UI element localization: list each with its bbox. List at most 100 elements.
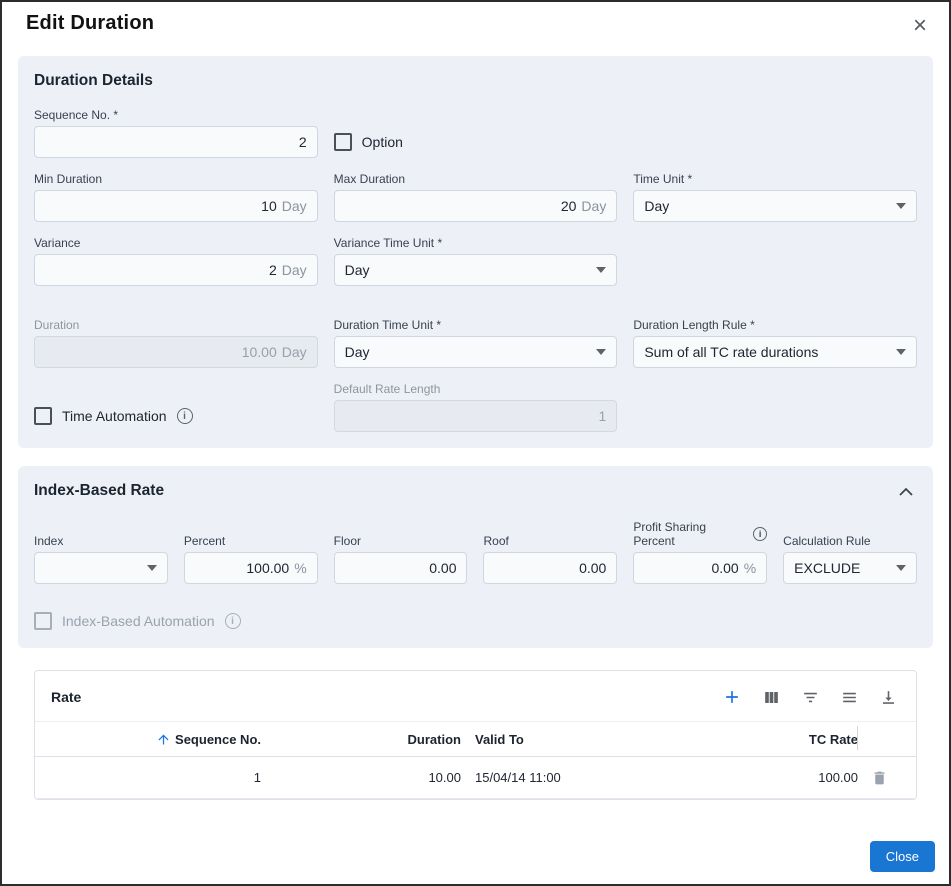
percent-unit: %	[294, 560, 306, 576]
option-checkbox[interactable]	[334, 133, 352, 151]
default-rate-length-label: Default Rate Length	[334, 382, 618, 396]
duration-details-row-3: Variance 2 Day Variance Time Unit * Day	[34, 236, 917, 286]
sequence-no-field: Sequence No. * 2	[34, 108, 318, 158]
duration-length-rule-select[interactable]: Sum of all TC rate durations	[633, 336, 917, 368]
close-button[interactable]: Close	[870, 841, 935, 872]
duration-time-unit-label: Duration Time Unit *	[334, 318, 618, 332]
column-header-valid-to[interactable]: Valid To	[461, 732, 781, 747]
column-header-sequence-no[interactable]: Sequence No.	[51, 732, 261, 747]
rate-section: Rate	[34, 670, 917, 800]
edit-duration-dialog: Edit Duration × Duration Details Sequenc…	[0, 0, 951, 886]
calculation-rule-label: Calculation Rule	[783, 534, 917, 548]
floor-label: Floor	[334, 534, 468, 548]
sequence-no-label: Sequence No. *	[34, 108, 318, 122]
max-duration-input[interactable]: 20 Day	[334, 190, 618, 222]
cell-tc-rate: 100.00	[781, 770, 858, 785]
time-unit-select[interactable]: Day	[633, 190, 917, 222]
delete-row-icon[interactable]	[869, 767, 890, 789]
close-icon[interactable]: ×	[911, 12, 929, 40]
chevron-down-icon	[596, 267, 606, 273]
default-rate-length-value: 1	[599, 408, 607, 424]
roof-input[interactable]: 0.00	[483, 552, 617, 584]
duration-length-rule-label: Duration Length Rule *	[633, 318, 917, 332]
variance-label: Variance	[34, 236, 318, 250]
index-based-rate-heading: Index-Based Rate	[34, 482, 164, 500]
info-icon: i	[225, 613, 241, 629]
time-automation-checkbox[interactable]	[34, 407, 52, 425]
variance-time-unit-field: Variance Time Unit * Day	[334, 236, 618, 286]
duration-time-unit-select[interactable]: Day	[334, 336, 618, 368]
variance-time-unit-label: Variance Time Unit *	[334, 236, 618, 250]
filter-icon[interactable]	[799, 686, 822, 709]
sequence-no-header-label: Sequence No.	[175, 732, 261, 747]
table-header-row: Sequence No. Duration Valid To TC Rate	[35, 721, 916, 757]
variance-unit: Day	[282, 262, 307, 278]
variance-value: 2	[269, 262, 277, 278]
time-automation-row: Time Automation i	[34, 407, 318, 425]
export-download-icon[interactable]	[877, 686, 900, 709]
min-duration-input[interactable]: 10 Day	[34, 190, 318, 222]
percent-field: Percent 100.00 %	[184, 534, 318, 584]
chevron-down-icon	[896, 349, 906, 355]
time-unit-field: Time Unit * Day	[633, 172, 917, 222]
duration-time-unit-field: Duration Time Unit * Day	[334, 318, 618, 368]
index-field: Index	[34, 534, 168, 584]
variance-input[interactable]: 2 Day	[34, 254, 318, 286]
density-icon[interactable]	[838, 686, 861, 709]
dialog-title: Edit Duration	[26, 12, 154, 35]
variance-time-unit-value: Day	[345, 262, 370, 278]
info-icon: i	[177, 408, 193, 424]
option-checkbox-row: Option	[334, 133, 618, 151]
time-automation-label: Time Automation	[62, 408, 167, 424]
duration-label: Duration	[34, 318, 318, 332]
duration-length-rule-value: Sum of all TC rate durations	[644, 344, 818, 360]
option-label: Option	[362, 134, 403, 150]
index-based-rate-header: Index-Based Rate	[34, 482, 917, 500]
index-select[interactable]	[34, 552, 168, 584]
min-duration-label: Min Duration	[34, 172, 318, 186]
max-duration-field: Max Duration 20 Day	[334, 172, 618, 222]
table-row[interactable]: 1 10.00 15/04/14 11:00 100.00	[35, 757, 916, 799]
chevron-down-icon	[896, 203, 906, 209]
duration-details-row-2: Min Duration 10 Day Max Duration 20 Day …	[34, 172, 917, 222]
floor-value: 0.00	[429, 560, 456, 576]
columns-icon[interactable]	[760, 686, 783, 709]
max-duration-label: Max Duration	[334, 172, 618, 186]
column-header-tc-rate[interactable]: TC Rate	[781, 732, 858, 747]
add-rate-button[interactable]	[720, 685, 744, 709]
default-rate-length-field: Default Rate Length 1	[334, 382, 618, 432]
duration-details-row-4: Duration 10.00 Day Duration Time Unit * …	[34, 318, 917, 368]
profit-sharing-percent-value: 0.00	[711, 560, 738, 576]
sequence-no-value: 2	[299, 134, 307, 150]
duration-length-rule-field: Duration Length Rule * Sum of all TC rat…	[633, 318, 917, 368]
default-rate-length-input: 1	[334, 400, 618, 432]
index-based-automation-checkbox	[34, 612, 52, 630]
chevron-up-icon[interactable]	[895, 483, 917, 500]
roof-label: Roof	[483, 534, 617, 548]
cell-valid-to: 15/04/14 11:00	[461, 770, 781, 785]
chevron-down-icon	[896, 565, 906, 571]
profit-sharing-percent-input[interactable]: 0.00 %	[633, 552, 767, 584]
sort-ascending-icon[interactable]	[156, 732, 171, 747]
time-unit-value: Day	[644, 198, 669, 214]
duration-details-row-1: Sequence No. * 2 Option	[34, 108, 917, 158]
percent-input[interactable]: 100.00 %	[184, 552, 318, 584]
rate-toolbar-icons	[720, 685, 900, 709]
index-label: Index	[34, 534, 168, 548]
sequence-no-input[interactable]: 2	[34, 126, 318, 158]
min-duration-unit: Day	[282, 198, 307, 214]
duration-unit: Day	[282, 344, 307, 360]
duration-input: 10.00 Day	[34, 336, 318, 368]
percent-label: Percent	[184, 534, 318, 548]
roof-value: 0.00	[579, 560, 606, 576]
profit-sharing-percent-unit: %	[744, 560, 756, 576]
duration-field: Duration 10.00 Day	[34, 318, 318, 368]
index-based-automation-label: Index-Based Automation	[62, 613, 215, 629]
floor-input[interactable]: 0.00	[334, 552, 468, 584]
rate-heading: Rate	[51, 689, 81, 705]
duration-value: 10.00	[242, 344, 277, 360]
floor-field: Floor 0.00	[334, 534, 468, 584]
variance-time-unit-select[interactable]: Day	[334, 254, 618, 286]
column-header-duration[interactable]: Duration	[261, 732, 461, 747]
calculation-rule-select[interactable]: EXCLUDE	[783, 552, 917, 584]
